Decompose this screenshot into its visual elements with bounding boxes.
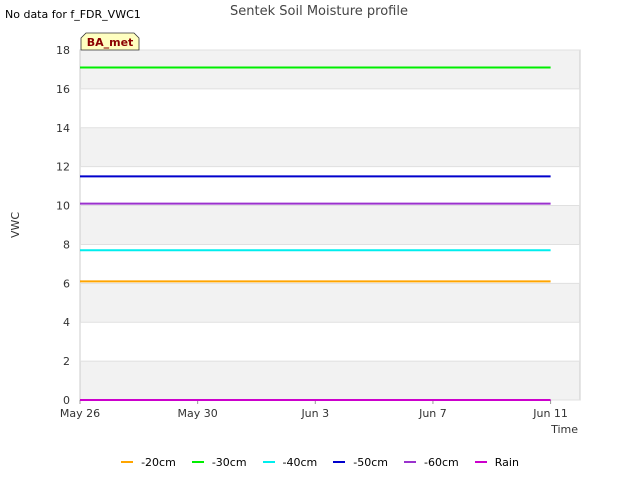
grid-band — [80, 127, 580, 167]
station-badge: BA_met — [80, 32, 140, 51]
legend-label: -50cm — [353, 455, 389, 469]
legend-item: Rain — [474, 454, 519, 470]
legend-item: -50cm — [333, 454, 388, 470]
grid-band — [80, 205, 580, 245]
legend-swatch — [121, 461, 134, 463]
soil-moisture-chart: 0 2 4 6 8 10 12 14 16 18 May 26 May 30 Jun 3 Jun 7 Ju… — [9, 4, 581, 436]
legend-item: -40cm — [262, 454, 318, 470]
x-tick-label: May 30 — [178, 407, 218, 420]
y-tick-label: 6 — [63, 277, 70, 290]
grid-band — [80, 361, 580, 400]
legend-label: -30cm — [211, 455, 247, 469]
x-axis-label: Time — [550, 423, 578, 436]
x-tick-label: Jun 7 — [418, 407, 447, 420]
y-tick-label: 18 — [56, 44, 70, 57]
legend-item: -60cm — [404, 454, 459, 470]
legend-label: Rain — [494, 455, 519, 469]
x-tick-label: Jun 11 — [532, 407, 568, 420]
badge-label: BA_met — [87, 36, 134, 49]
grid-bands — [80, 50, 580, 400]
legend-swatch — [262, 461, 275, 463]
legend-swatch — [474, 461, 487, 463]
y-tick-label: 8 — [63, 238, 70, 251]
y-tick-label: 4 — [63, 316, 70, 329]
y-tick-label: 2 — [63, 355, 70, 368]
chart-title: Sentek Soil Moisture profile — [230, 4, 408, 19]
x-tick-label: Jun 3 — [300, 407, 329, 420]
y-tick-label: 12 — [56, 161, 70, 174]
legend-label: -40cm — [282, 455, 318, 469]
legend-swatch — [404, 461, 417, 463]
y-tick-label: 16 — [56, 83, 70, 96]
y-tick-label: 14 — [56, 122, 70, 135]
x-tick-label: May 26 — [60, 407, 100, 420]
legend-label: -20cm — [141, 455, 176, 469]
y-axis-ticks: 0 2 4 6 8 10 12 14 16 18 — [56, 44, 70, 407]
y-axis-label: VWC — [9, 212, 22, 238]
x-axis-ticks: May 26 May 30 Jun 3 Jun 7 Jun 11 — [60, 400, 568, 420]
grid-band — [80, 283, 580, 323]
y-tick-label: 0 — [63, 394, 70, 407]
grid-band — [80, 50, 580, 89]
legend-swatch — [191, 461, 204, 463]
legend-item: -30cm — [191, 454, 247, 470]
legend-item: -20cm — [121, 454, 176, 470]
legend-label: -60cm — [424, 455, 459, 469]
y-tick-label: 10 — [56, 200, 70, 213]
legend: -20cm -30cm -40cm -50cm -60cm Rain — [0, 454, 640, 470]
legend-swatch — [333, 461, 346, 463]
